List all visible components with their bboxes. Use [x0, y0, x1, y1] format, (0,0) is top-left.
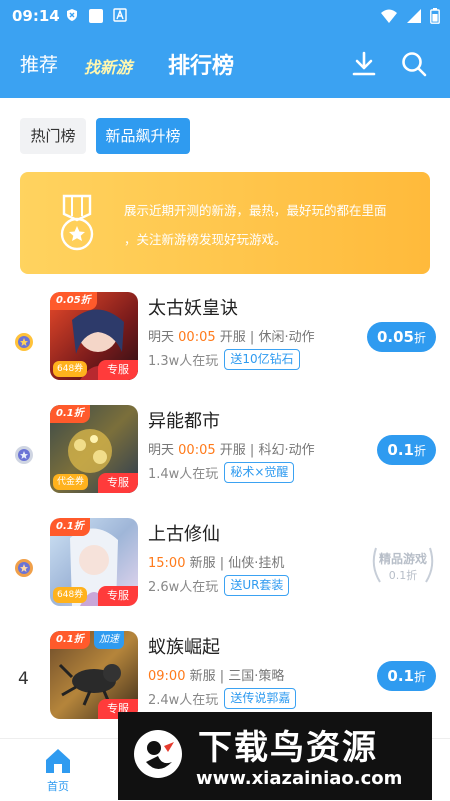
tab-ranking[interactable]: 排行榜	[168, 48, 234, 80]
gift-tag: 送UR套装	[224, 575, 290, 596]
game-icon-image[interactable]: 0.1折 加速 专服	[50, 631, 138, 719]
coupon-tag: 648券	[53, 587, 88, 603]
game-name: 太古妖皇诀	[148, 298, 238, 319]
square-icon	[88, 8, 104, 24]
watermark-overlay: 下载鸟资源 www.xiazainiao.com	[118, 712, 432, 800]
discount-button[interactable]: 0.1折	[377, 435, 436, 465]
speed-tag: 加速	[94, 631, 124, 649]
subtab-hot[interactable]: 热门榜	[20, 118, 86, 154]
coupon-tag: 648券	[53, 361, 88, 377]
rank-medal-icon	[14, 445, 34, 465]
discount-button[interactable]: 0.05折	[366, 322, 436, 352]
signal-icon	[406, 8, 422, 28]
server-tag: 专服	[98, 586, 138, 606]
game-players: 1.4w人在玩 秘术×觉醒	[148, 462, 295, 483]
rank-medal-icon	[14, 332, 34, 352]
game-players: 2.4w人在玩 送传说郭嘉	[148, 688, 297, 709]
banner-text-line2: ，关注新游榜发现好玩游戏。	[124, 232, 287, 247]
server-tag: 专服	[98, 473, 138, 493]
subtab-new-rising[interactable]: 新品飙升榜	[96, 118, 190, 154]
game-icon-image[interactable]: 0.1折 代金券 专服	[50, 405, 138, 493]
rank-medal-icon	[14, 558, 34, 578]
gift-tag: 送传说郭嘉	[224, 688, 297, 709]
nav-home-label: 首页	[47, 780, 69, 793]
download-icon[interactable]	[350, 50, 378, 78]
discount-tag: 0.1折	[50, 631, 90, 649]
battery-icon	[430, 8, 440, 28]
rank-number: 4	[18, 669, 29, 689]
tab-find-new-games[interactable]: 找新游	[84, 54, 132, 78]
watermark-title: 下载鸟资源	[198, 728, 378, 768]
game-name: 异能都市	[148, 411, 220, 432]
shield-icon	[64, 8, 80, 24]
game-row[interactable]: 0.1折 648券 专服 上古修仙 15:00 新服 | 仙侠·挂机 2.6w人…	[0, 514, 450, 624]
wifi-icon	[380, 8, 398, 28]
a-icon	[112, 8, 128, 24]
discount-tag: 0.1折	[50, 518, 90, 536]
game-icon-image[interactable]: 0.05折 648券 专服	[50, 292, 138, 380]
game-row[interactable]: 0.1折 代金券 专服 异能都市 明天 00:05 开服 | 科幻·动作 1.4…	[0, 401, 450, 511]
info-banner: 展示近期开测的新游，最热，最好玩的都在里面 ，关注新游榜发现好玩游戏。	[20, 172, 430, 274]
game-name: 蚁族崛起	[148, 637, 220, 658]
game-icon-image[interactable]: 0.1折 648券 专服	[50, 518, 138, 606]
bird-logo-icon	[130, 726, 186, 782]
tab-recommend[interactable]: 推荐	[20, 50, 58, 77]
discount-tag: 0.05折	[50, 292, 97, 310]
nav-home[interactable]: 首页	[38, 747, 78, 794]
banner-text-line1: 展示近期开测的新游，最热，最好玩的都在里面	[124, 203, 387, 218]
discount-tag: 0.1折	[50, 405, 90, 423]
watermark-url: www.xiazainiao.com	[196, 768, 403, 789]
game-info: 明天 00:05 开服 | 科幻·动作	[148, 443, 315, 458]
game-info: 09:00 新服 | 三国·策略	[148, 669, 285, 684]
medal-icon	[54, 194, 100, 256]
game-info: 15:00 新服 | 仙侠·挂机	[148, 556, 285, 571]
gift-tag: 送10亿钻石	[224, 349, 300, 370]
coupon-tag: 代金券	[53, 474, 89, 490]
top-header: 推荐 找新游 排行榜	[0, 32, 450, 98]
status-bar: 09:14	[0, 0, 450, 32]
ranking-content: 热门榜 新品飙升榜 展示近期开测的新游，最热，最好玩的都在里面 ，关注新游榜发现…	[0, 98, 450, 738]
home-icon	[43, 749, 73, 778]
discount-button[interactable]: 0.1折	[377, 661, 436, 691]
game-info: 明天 00:05 开服 | 休闲·动作	[148, 330, 315, 345]
gift-tag: 秘术×觉醒	[224, 462, 295, 483]
game-name: 上古修仙	[148, 524, 220, 545]
quality-game-badge: 精品游戏 0.1折	[368, 542, 438, 588]
game-players: 2.6w人在玩 送UR套装	[148, 575, 290, 596]
search-icon[interactable]	[400, 50, 428, 78]
game-players: 1.3w人在玩 送10亿钻石	[148, 349, 300, 370]
game-row[interactable]: 0.05折 648券 专服 太古妖皇诀 明天 00:05 开服 | 休闲·动作 …	[0, 288, 450, 398]
status-time: 09:14	[12, 7, 60, 25]
server-tag: 专服	[98, 360, 138, 380]
